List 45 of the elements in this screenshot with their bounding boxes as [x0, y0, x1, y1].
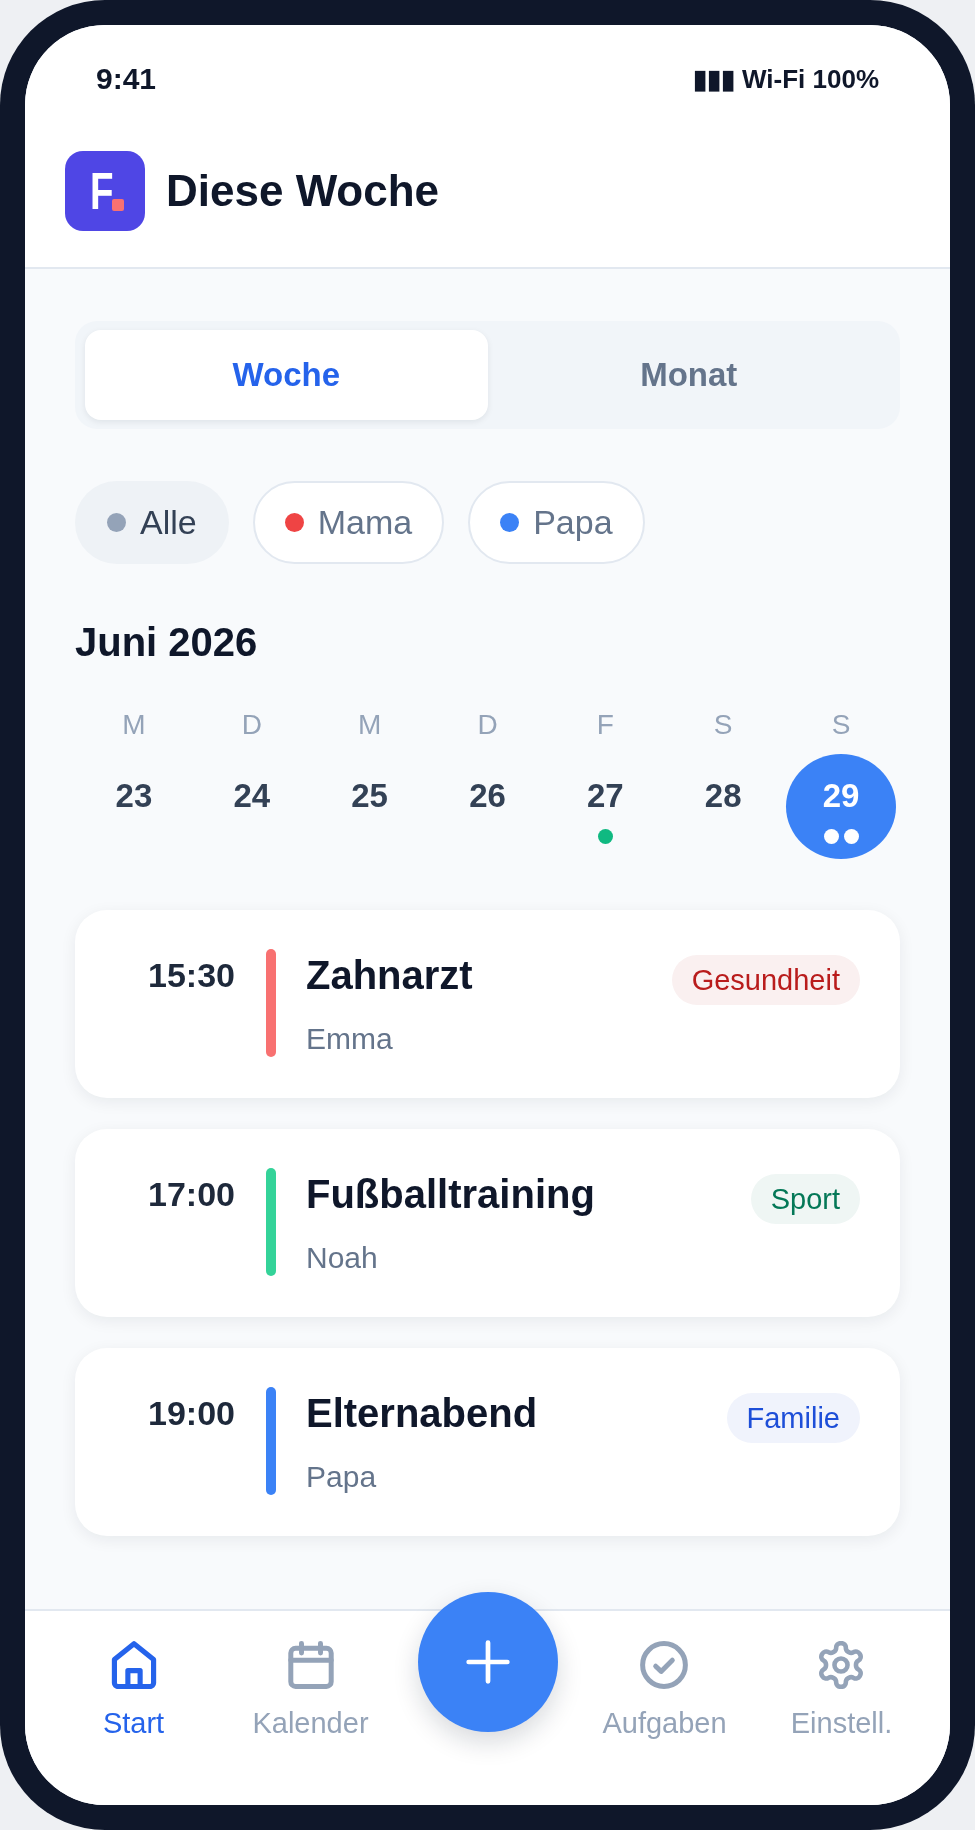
check-circle-icon: [640, 1641, 689, 1689]
date-button[interactable]: 27: [587, 777, 624, 844]
date-button[interactable]: 29: [786, 754, 897, 859]
date-button[interactable]: 26: [469, 777, 506, 815]
month-title: Juni 2026: [75, 619, 259, 665]
event-time: 19:00: [147, 1393, 235, 1434]
weekday-label: S: [713, 708, 733, 742]
filter-chip[interactable]: Alle: [75, 481, 229, 564]
date-button[interactable]: 23: [115, 777, 153, 815]
filter-chip[interactable]: Mama: [252, 481, 445, 564]
date-button[interactable]: 24: [233, 777, 271, 815]
weekday-label: M: [122, 708, 146, 742]
status-indicators: ▮▮▮ Wi-Fi 100%: [692, 63, 879, 95]
event-person: Papa: [306, 1459, 377, 1495]
event-person: Noah: [306, 1240, 378, 1276]
event-person: Emma: [306, 1021, 393, 1057]
event-card[interactable]: 17:00 Fußballtraining Noah Sport: [75, 1129, 900, 1317]
filter-chip[interactable]: Papa: [468, 481, 645, 564]
page-title: Diese Woche: [166, 165, 440, 217]
event-time: 15:30: [147, 955, 235, 996]
home-icon: [109, 1641, 158, 1689]
event-title: Fußballtraining: [306, 1171, 595, 1218]
nav-item[interactable]: Start: [102, 1641, 165, 1740]
weekday-label: M: [357, 708, 382, 742]
tab[interactable]: Monat: [487, 330, 890, 420]
event-card[interactable]: 19:00 Elternabend Papa Familie: [75, 1348, 900, 1536]
date-button[interactable]: 25: [351, 777, 388, 815]
event-title: Elternabend: [306, 1390, 538, 1437]
tab[interactable]: Woche: [85, 330, 488, 420]
weekday-label: D: [241, 708, 262, 742]
category-tag: Sport: [750, 1174, 860, 1224]
calendar-icon: [286, 1641, 335, 1689]
weekday-label: S: [831, 708, 851, 742]
event-title: Zahnarzt: [306, 952, 473, 999]
category-tag: Familie: [726, 1393, 860, 1443]
category-tag: Gesundheit: [671, 955, 860, 1005]
event-card[interactable]: 15:30 Zahnarzt Emma Gesundheit: [75, 910, 900, 1098]
status-time: 9:41: [96, 62, 157, 96]
weekday-label: F: [596, 708, 614, 742]
plus-icon: [465, 1640, 510, 1684]
weekday-label: D: [477, 708, 498, 742]
date-button[interactable]: 28: [704, 777, 742, 815]
logo-letter: F: [90, 165, 114, 217]
event-time: 17:00: [147, 1174, 235, 1215]
settings-icon: [817, 1641, 866, 1689]
